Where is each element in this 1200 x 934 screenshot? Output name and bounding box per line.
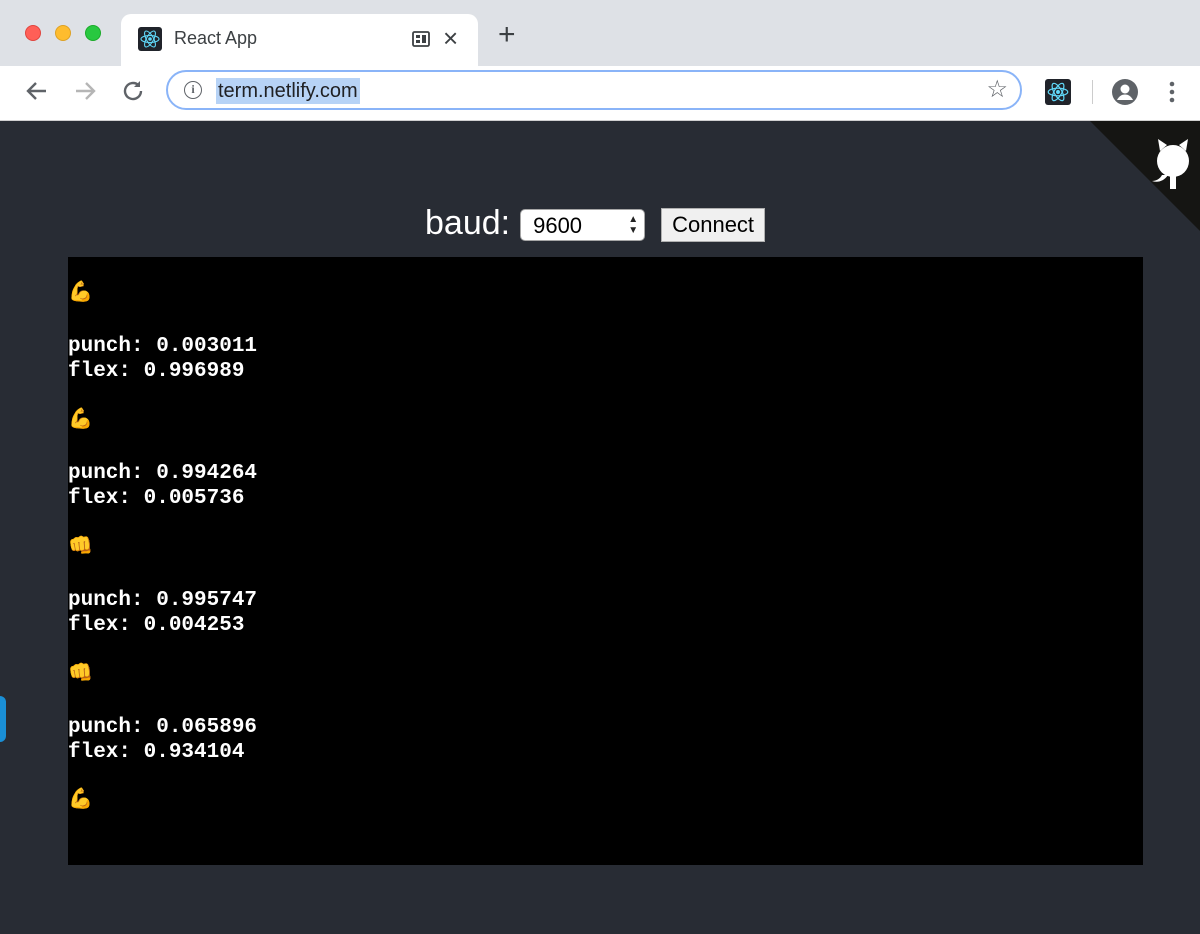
tab-title: React App xyxy=(174,28,258,48)
baud-controls: baud: 9600 ▲ ▼ Connect xyxy=(425,203,766,243)
connect-button[interactable]: Connect xyxy=(661,208,766,242)
zoom-window-button[interactable] xyxy=(85,25,101,41)
window-edge-tab xyxy=(0,696,6,742)
flexed-biceps-icon: 💪 xyxy=(68,788,93,810)
new-tab-button[interactable]: + xyxy=(498,20,516,50)
terminal-entry: 💪 xyxy=(68,787,93,811)
back-arrow-icon[interactable] xyxy=(22,76,52,106)
url-text[interactable]: term.netlify.com xyxy=(216,78,360,104)
terminal-entry: 💪 punch: 0.994264 flex: 0.005736 xyxy=(68,407,257,511)
toolbar-divider xyxy=(1092,80,1093,104)
terminal-line: punch: 0.995747 xyxy=(68,589,258,612)
terminal-line: flex: 0.996989 xyxy=(68,360,245,383)
terminal-entry: 👊 punch: 0.995747 flex: 0.004253 xyxy=(68,534,257,638)
oncoming-fist-icon: 👊 xyxy=(68,662,93,684)
terminal-line: flex: 0.934104 xyxy=(68,741,245,764)
baud-rate-value: 9600 xyxy=(533,213,583,238)
browser-toolbar: i term.netlify.com ☆ xyxy=(0,66,1200,121)
info-icon[interactable]: i xyxy=(184,81,202,99)
terminal-line: flex: 0.004253 xyxy=(68,614,245,637)
select-arrows-icon: ▲ ▼ xyxy=(628,214,639,236)
terminal-output: 💪 punch: 0.003011 flex: 0.996989 💪 punch: 0.… xyxy=(68,257,1143,865)
browser-tab-strip: React App × + xyxy=(0,0,1200,66)
baud-rate-select[interactable]: 9600 ▲ ▼ xyxy=(520,209,646,241)
profile-icon[interactable] xyxy=(1111,78,1139,106)
reload-icon[interactable] xyxy=(118,76,148,106)
reader-mode-icon[interactable] xyxy=(411,29,431,49)
star-icon[interactable]: ☆ xyxy=(986,76,1008,104)
terminal-entry: 💪 punch: 0.003011 flex: 0.996989 xyxy=(68,280,257,384)
oncoming-fist-icon: 👊 xyxy=(68,535,93,557)
flexed-biceps-icon: 💪 xyxy=(68,408,93,430)
browser-tab[interactable]: React App × xyxy=(121,14,478,66)
terminal-entry: 👊 punch: 0.065896 flex: 0.934104 xyxy=(68,661,257,765)
terminal-line: punch: 0.003011 xyxy=(68,335,258,358)
page-content: baud: 9600 ▲ ▼ Connect 💪 punch: 0.003011 fl… xyxy=(0,121,1200,934)
flexed-biceps-icon: 💪 xyxy=(68,281,93,303)
terminal-line: flex: 0.005736 xyxy=(68,487,245,510)
baud-label: baud: xyxy=(425,203,511,242)
react-icon xyxy=(138,27,162,51)
terminal-line: punch: 0.065896 xyxy=(68,716,258,739)
close-window-button[interactable] xyxy=(25,25,41,41)
address-bar[interactable]: i term.netlify.com ☆ xyxy=(166,70,1022,110)
tab-close-icon[interactable]: × xyxy=(443,23,458,53)
react-devtools-extension-icon[interactable] xyxy=(1045,79,1071,105)
github-corner-link[interactable] xyxy=(1090,121,1200,231)
forward-arrow-icon[interactable] xyxy=(70,76,100,106)
minimize-window-button[interactable] xyxy=(55,25,71,41)
kebab-menu-icon[interactable] xyxy=(1166,79,1178,105)
terminal-line: punch: 0.994264 xyxy=(68,462,258,485)
